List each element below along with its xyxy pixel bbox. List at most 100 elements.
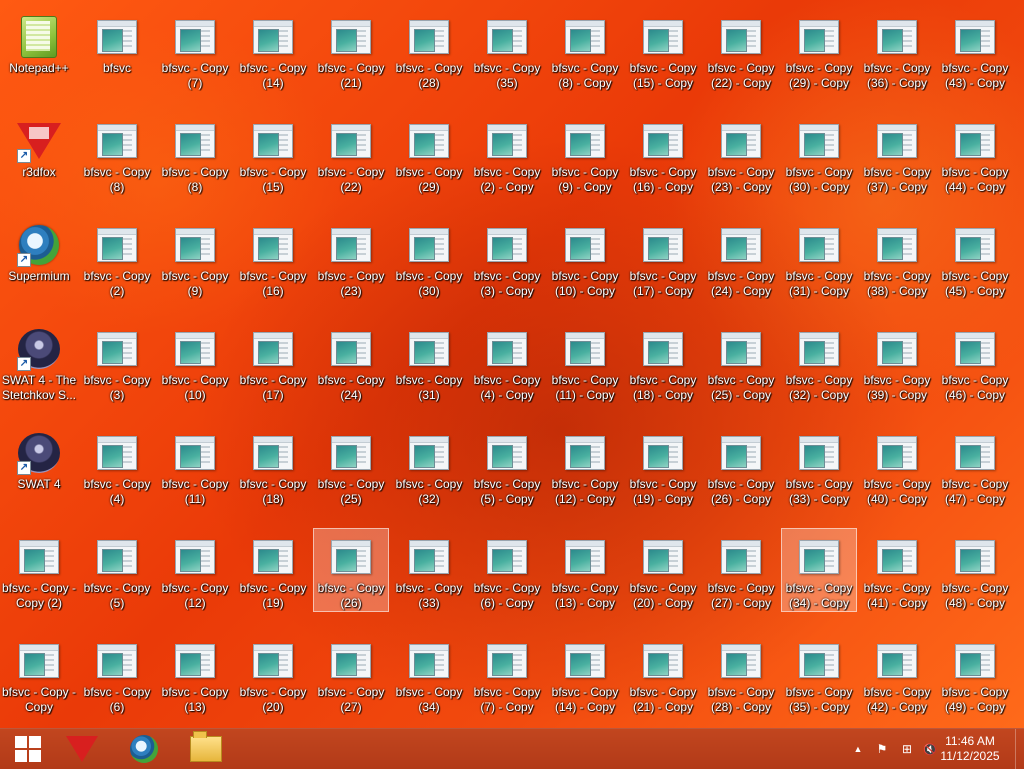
desktop-icon[interactable]: bfsvc - Copy (12) - Copy xyxy=(547,424,623,508)
desktop-icon[interactable]: bfsvc - Copy (3) - Copy xyxy=(469,216,545,300)
desktop-icon[interactable]: bfsvc - Copy (31) xyxy=(391,320,467,404)
desktop-icon[interactable]: bfsvc - Copy (29) - Copy xyxy=(781,8,857,92)
desktop-icon[interactable]: bfsvc - Copy - Copy xyxy=(1,632,77,716)
desktop-icon[interactable]: bfsvc - Copy (26) xyxy=(313,528,389,612)
desktop-icon[interactable]: ↗ SWAT 4 xyxy=(1,424,77,508)
desktop-icon[interactable]: bfsvc - Copy (17) - Copy xyxy=(625,216,701,300)
desktop-icon[interactable]: bfsvc - Copy (32) xyxy=(391,424,467,508)
desktop-icon[interactable]: bfsvc - Copy (20) xyxy=(235,632,311,716)
desktop-icon[interactable]: bfsvc - Copy (2) xyxy=(79,216,155,300)
desktop-icon[interactable]: bfsvc - Copy (19) xyxy=(235,528,311,612)
volume-muted-icon[interactable]: 🔇 xyxy=(920,729,940,769)
desktop-icon[interactable]: bfsvc - Copy (13) xyxy=(157,632,233,716)
desktop-icon[interactable]: bfsvc - Copy (22) xyxy=(313,112,389,196)
desktop-icon[interactable]: bfsvc - Copy (9) xyxy=(157,216,233,300)
desktop-icon[interactable]: bfsvc - Copy (16) xyxy=(235,216,311,300)
desktop-icon[interactable]: bfsvc - Copy (6) - Copy xyxy=(469,528,545,612)
desktop-icon[interactable]: bfsvc - Copy (8) xyxy=(79,112,155,196)
desktop-icon[interactable]: bfsvc - Copy (28) xyxy=(391,8,467,92)
desktop-icon[interactable]: bfsvc - Copy (20) - Copy xyxy=(625,528,701,612)
desktop-icon[interactable]: bfsvc - Copy (18) xyxy=(235,424,311,508)
desktop-icon[interactable]: bfsvc - Copy (38) - Copy xyxy=(859,216,935,300)
desktop-icon[interactable]: bfsvc - Copy (31) - Copy xyxy=(781,216,857,300)
desktop-icon[interactable]: bfsvc - Copy (2) - Copy xyxy=(469,112,545,196)
desktop-icon[interactable]: bfsvc - Copy (7) xyxy=(157,8,233,92)
desktop-icon[interactable]: bfsvc - Copy (16) - Copy xyxy=(625,112,701,196)
action-center-flag-icon[interactable]: ⚑ xyxy=(872,729,892,769)
desktop-icon[interactable]: bfsvc - Copy (41) - Copy xyxy=(859,528,935,612)
desktop-icon[interactable]: bfsvc - Copy - Copy (2) xyxy=(1,528,77,612)
desktop-icon[interactable]: bfsvc - Copy (28) - Copy xyxy=(703,632,779,716)
desktop-icon[interactable]: bfsvc - Copy (3) xyxy=(79,320,155,404)
desktop-icon[interactable]: bfsvc - Copy (17) xyxy=(235,320,311,404)
desktop-icon[interactable]: bfsvc - Copy (11) - Copy xyxy=(547,320,623,404)
desktop-icon[interactable]: ↗ SWAT 4 - The Stetchkov S... xyxy=(1,320,77,404)
desktop-icon[interactable]: bfsvc - Copy (4) - Copy xyxy=(469,320,545,404)
desktop-icon[interactable]: bfsvc - Copy (6) xyxy=(79,632,155,716)
desktop-icon[interactable]: ↗ r3dfox xyxy=(1,112,77,196)
taskbar-r3dfox[interactable] xyxy=(54,729,110,769)
desktop-icon[interactable]: bfsvc - Copy (14) - Copy xyxy=(547,632,623,716)
desktop-icon[interactable]: bfsvc - Copy (37) - Copy xyxy=(859,112,935,196)
desktop-icon[interactable]: bfsvc xyxy=(79,8,155,92)
desktop-icon[interactable]: ↗ Supermium xyxy=(1,216,77,300)
desktop-icon[interactable]: bfsvc - Copy (8) - Copy xyxy=(547,8,623,92)
start-button[interactable] xyxy=(0,729,56,769)
show-hidden-icons-chevron-icon[interactable]: ▲ xyxy=(850,729,866,769)
desktop-icon[interactable]: bfsvc - Copy (25) xyxy=(313,424,389,508)
desktop-icon[interactable]: bfsvc - Copy (5) xyxy=(79,528,155,612)
desktop-icon[interactable]: bfsvc - Copy (11) xyxy=(157,424,233,508)
desktop-icon[interactable]: bfsvc - Copy (27) xyxy=(313,632,389,716)
desktop-icon[interactable]: bfsvc - Copy (39) - Copy xyxy=(859,320,935,404)
desktop-icon[interactable]: bfsvc - Copy (47) - Copy xyxy=(937,424,1013,508)
desktop-icon[interactable]: bfsvc - Copy (48) - Copy xyxy=(937,528,1013,612)
desktop-icon[interactable]: bfsvc - Copy (33) xyxy=(391,528,467,612)
desktop-icon[interactable]: bfsvc - Copy (12) xyxy=(157,528,233,612)
taskbar-supermium[interactable] xyxy=(116,729,172,769)
desktop-icon[interactable]: bfsvc - Copy (27) - Copy xyxy=(703,528,779,612)
desktop-icon[interactable]: bfsvc - Copy (25) - Copy xyxy=(703,320,779,404)
desktop-icon[interactable]: bfsvc - Copy (36) - Copy xyxy=(859,8,935,92)
desktop-icon[interactable]: bfsvc - Copy (46) - Copy xyxy=(937,320,1013,404)
desktop-icon[interactable]: bfsvc - Copy (8) xyxy=(157,112,233,196)
clock[interactable]: 11:46 AM 11/12/2025 xyxy=(940,734,1000,764)
desktop-icon[interactable]: bfsvc - Copy (30) - Copy xyxy=(781,112,857,196)
desktop-icon[interactable]: bfsvc - Copy (44) - Copy xyxy=(937,112,1013,196)
desktop-icon[interactable]: bfsvc - Copy (40) - Copy xyxy=(859,424,935,508)
desktop-icon[interactable]: bfsvc - Copy (10) - Copy xyxy=(547,216,623,300)
desktop-icon[interactable]: bfsvc - Copy (5) - Copy xyxy=(469,424,545,508)
desktop-icon[interactable]: bfsvc - Copy (18) - Copy xyxy=(625,320,701,404)
desktop-icon[interactable]: bfsvc - Copy (26) - Copy xyxy=(703,424,779,508)
desktop-icon[interactable]: bfsvc - Copy (33) - Copy xyxy=(781,424,857,508)
desktop-icon[interactable]: bfsvc - Copy (30) xyxy=(391,216,467,300)
desktop-icon[interactable]: bfsvc - Copy (43) - Copy xyxy=(937,8,1013,92)
desktop[interactable]: Notepad++ ↗ r3dfox ↗ Supermium ↗ SWAT 4 - The … xyxy=(0,0,1024,728)
desktop-icon[interactable]: bfsvc - Copy (7) - Copy xyxy=(469,632,545,716)
desktop-icon[interactable]: bfsvc - Copy (9) - Copy xyxy=(547,112,623,196)
desktop-icon[interactable]: Notepad++ xyxy=(1,8,77,92)
desktop-icon[interactable]: bfsvc - Copy (14) xyxy=(235,8,311,92)
desktop-icon[interactable]: bfsvc - Copy (15) - Copy xyxy=(625,8,701,92)
network-icon[interactable]: ⊞ xyxy=(896,729,918,769)
taskbar-file-explorer[interactable] xyxy=(178,729,234,769)
desktop-icon[interactable]: bfsvc - Copy (42) - Copy xyxy=(859,632,935,716)
desktop-icon[interactable]: bfsvc - Copy (34) xyxy=(391,632,467,716)
desktop-icon[interactable]: bfsvc - Copy (21) - Copy xyxy=(625,632,701,716)
desktop-icon[interactable]: bfsvc - Copy (4) xyxy=(79,424,155,508)
desktop-icon[interactable]: bfsvc - Copy (34) - Copy xyxy=(781,528,857,612)
desktop-icon[interactable]: bfsvc - Copy (23) xyxy=(313,216,389,300)
desktop-icon[interactable]: bfsvc - Copy (22) - Copy xyxy=(703,8,779,92)
desktop-icon[interactable]: bfsvc - Copy (13) - Copy xyxy=(547,528,623,612)
desktop-icon[interactable]: bfsvc - Copy (32) - Copy xyxy=(781,320,857,404)
desktop-icon[interactable]: bfsvc - Copy (49) - Copy xyxy=(937,632,1013,716)
desktop-icon[interactable]: bfsvc - Copy (23) - Copy xyxy=(703,112,779,196)
desktop-icon[interactable]: bfsvc - Copy (35) xyxy=(469,8,545,92)
desktop-icon[interactable]: bfsvc - Copy (45) - Copy xyxy=(937,216,1013,300)
desktop-icon[interactable]: bfsvc - Copy (29) xyxy=(391,112,467,196)
desktop-icon[interactable]: bfsvc - Copy (24) xyxy=(313,320,389,404)
desktop-icon[interactable]: bfsvc - Copy (24) - Copy xyxy=(703,216,779,300)
desktop-icon[interactable]: bfsvc - Copy (19) - Copy xyxy=(625,424,701,508)
desktop-icon[interactable]: bfsvc - Copy (35) - Copy xyxy=(781,632,857,716)
desktop-icon[interactable]: bfsvc - Copy (21) xyxy=(313,8,389,92)
show-desktop-button[interactable] xyxy=(1015,729,1024,769)
